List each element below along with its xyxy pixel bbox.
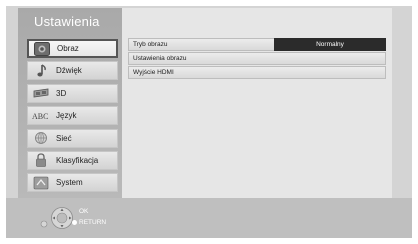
setting-label: Ustawienia obrazu [133, 55, 187, 62]
menu-item-klasyfikacja[interactable]: Klasyfikacja [27, 150, 118, 170]
menu-item-system[interactable]: System [27, 173, 118, 193]
menu-label: Dźwięk [56, 66, 82, 76]
picture-icon [33, 41, 51, 56]
setting-row-tryb-obrazu[interactable]: Tryb obrazu Normalny [128, 38, 386, 51]
menu-label: System [56, 178, 83, 188]
menu-item-siec[interactable]: Sieć [27, 128, 118, 148]
menu-item-dzwiek[interactable]: Dźwięk [27, 61, 118, 81]
menu-title: Ustawienia [34, 14, 100, 29]
menu-item-3d[interactable]: 3D [27, 83, 118, 103]
3d-glasses-icon [32, 86, 50, 101]
music-note-icon [32, 63, 50, 78]
menu-label: Język [56, 111, 77, 121]
ok-hint: OK [79, 208, 89, 215]
content-panel [122, 8, 392, 198]
menu-item-jezyk[interactable]: ABC Język [27, 106, 118, 126]
setting-label: Tryb obrazu [133, 41, 168, 48]
setting-row-ustawienia-obrazu[interactable]: Ustawienia obrazu [128, 52, 386, 65]
setting-value-selector[interactable]: Normalny [274, 38, 386, 51]
settings-menu: Obraz Dźwięk 3D ABC Język Sieć Klasyfika… [27, 39, 118, 196]
settings-list: Tryb obrazu Normalny Ustawienia obrazu W… [128, 38, 386, 80]
lock-icon [32, 153, 50, 168]
setting-row-wyjscie-hdmi[interactable]: Wyjście HDMI [128, 66, 386, 79]
return-label: RETURN [79, 219, 107, 226]
menu-label: 3D [56, 88, 67, 98]
menu-label: Sieć [56, 133, 72, 143]
svg-text:ABC: ABC [32, 112, 48, 121]
network-icon [32, 131, 50, 146]
menu-label: Obraz [57, 44, 79, 53]
remote-navigation-icon [40, 207, 73, 229]
return-hint: RETURN [72, 219, 106, 226]
system-icon [32, 175, 50, 190]
menu-item-obraz[interactable]: Obraz [27, 39, 118, 58]
setting-label: Wyjście HDMI [133, 69, 174, 76]
return-button-icon [72, 220, 77, 225]
menu-label: Klasyfikacja [56, 155, 99, 165]
abc-language-icon: ABC [32, 108, 50, 123]
